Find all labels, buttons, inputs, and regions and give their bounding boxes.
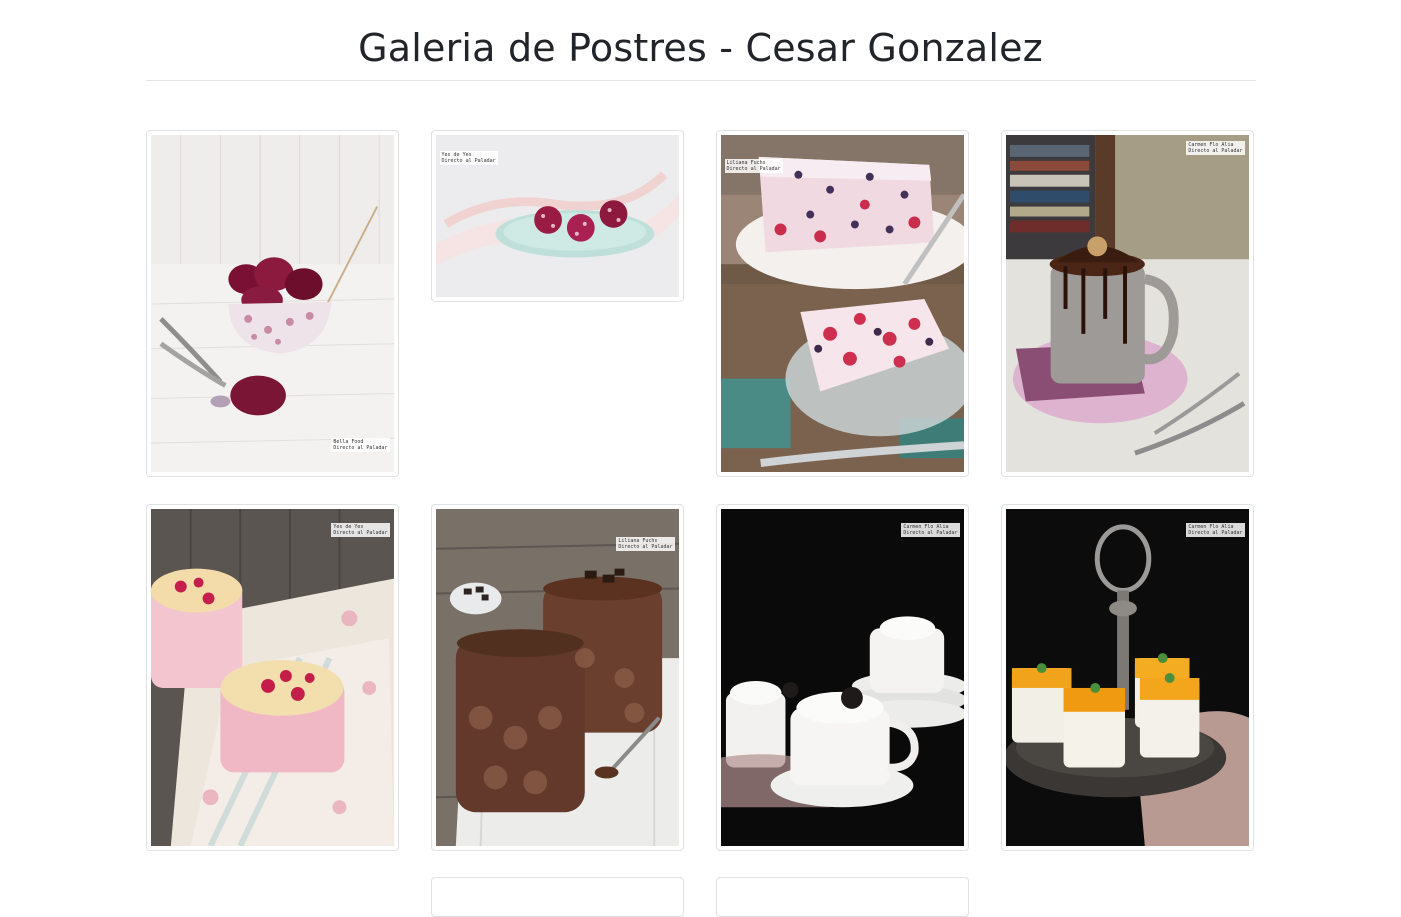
cookies-cream-cups-photo[interactable]: Carmen Flo Alia Directo al Paladar [720, 508, 964, 846]
gallery-card[interactable]: Yes de Yes Directo al Paladar [145, 503, 399, 851]
coconut-truffles-photo[interactable]: Yes de Yes Directo al Paladar [435, 134, 679, 297]
gallery-card[interactable]: Yes de Yes Directo al Paladar [430, 129, 684, 302]
watermark-label: Yes de Yes Directo al Paladar [331, 522, 390, 537]
watermark-label: Bella Food Directo al Paladar [331, 437, 390, 452]
gallery-card[interactable]: Carmen Flo Alia Directo al Paladar [1000, 503, 1254, 851]
watermark-label: Liliana Fuchs Directo al Paladar [616, 536, 675, 551]
main-container: Galeria de Postres - Cesar Gonzalez Bell… [145, 0, 1256, 917]
mango-panna-cotta-photo[interactable]: Carmen Flo Alia Directo al Paladar [1005, 508, 1249, 846]
raspberry-clafoutis-photo[interactable]: Yes de Yes Directo al Paladar [150, 508, 394, 846]
dessert-gallery: Bella Food Directo al Paladar Yes de Yes… [145, 81, 1256, 917]
watermark-label: Carmen Flo Alia Directo al Paladar [1186, 140, 1245, 155]
gallery-card-partial[interactable] [715, 876, 969, 917]
gallery-card[interactable]: Liliana Fuchs Directo al Paladar [715, 129, 969, 477]
gallery-card[interactable]: Carmen Flo Alia Directo al Paladar [715, 503, 969, 851]
berry-sorbet-photo[interactable]: Bella Food Directo al Paladar [150, 134, 394, 472]
chocolate-mousse-photo[interactable]: Liliana Fuchs Directo al Paladar [435, 508, 679, 846]
gallery-card[interactable]: Bella Food Directo al Paladar [145, 129, 399, 477]
gallery-card-partial[interactable] [430, 876, 684, 917]
watermark-label: Carmen Flo Alia Directo al Paladar [901, 522, 960, 537]
page-header: Galeria de Postres - Cesar Gonzalez [145, 0, 1256, 81]
watermark-label: Carmen Flo Alia Directo al Paladar [1186, 522, 1245, 537]
page-title: Galeria de Postres - Cesar Gonzalez [358, 26, 1043, 70]
watermark-label: Yes de Yes Directo al Paladar [439, 150, 498, 165]
gallery-card[interactable]: Carmen Flo Alia Directo al Paladar [1000, 129, 1254, 477]
chocolate-mug-cake-photo[interactable]: Carmen Flo Alia Directo al Paladar [1005, 134, 1249, 472]
berry-semifreddo-photo[interactable]: Liliana Fuchs Directo al Paladar [720, 134, 964, 472]
gallery-card[interactable]: Liliana Fuchs Directo al Paladar [430, 503, 684, 851]
watermark-label: Liliana Fuchs Directo al Paladar [724, 158, 783, 173]
